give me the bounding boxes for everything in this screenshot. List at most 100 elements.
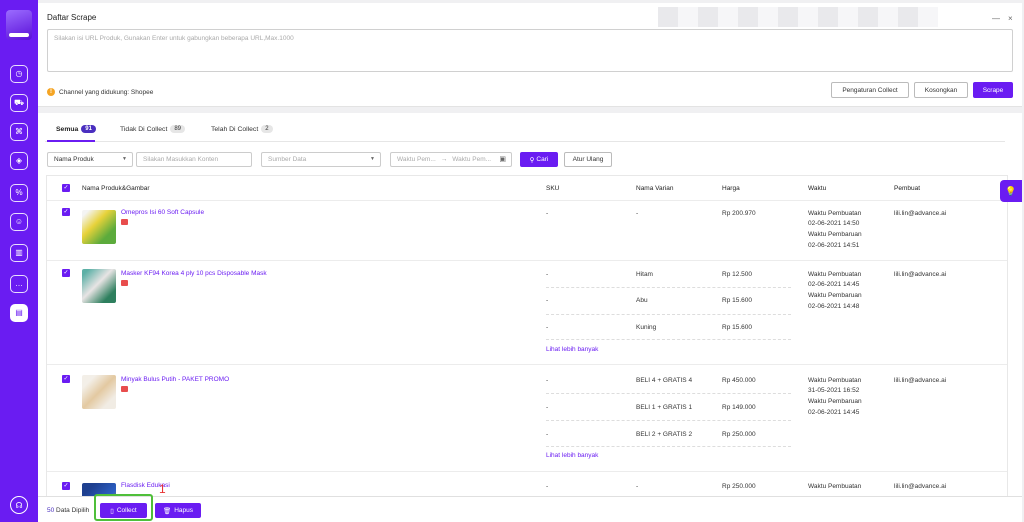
percent-icon[interactable]: % bbox=[10, 184, 28, 202]
shopee-icon bbox=[121, 386, 128, 392]
see-more-link[interactable]: Lihat lebih banyak bbox=[546, 452, 598, 459]
collect-settings-button[interactable]: Pengaturan Collect bbox=[831, 82, 909, 98]
annotation-number: 1 bbox=[159, 482, 166, 496]
package-icon[interactable]: ◈ bbox=[10, 152, 28, 170]
row-divider bbox=[47, 364, 1007, 365]
variant-cell: BELI 4 + GRATIS 4 bbox=[636, 377, 693, 384]
scrape-icon[interactable]: ▤ bbox=[10, 304, 28, 322]
tab-not-collected-label: Tidak Di Collect bbox=[120, 125, 168, 133]
tab-active-indicator bbox=[47, 140, 95, 142]
lightbulb-icon[interactable]: 💡 bbox=[1000, 180, 1022, 202]
search-button[interactable]: ⚲ Cari bbox=[520, 152, 558, 167]
sku-cell: - bbox=[546, 377, 549, 384]
tab-collected[interactable]: Telah Di Collect 2 bbox=[211, 125, 273, 133]
arrow-icon: → bbox=[440, 156, 448, 163]
field-select[interactable]: Nama Produk ▼ bbox=[47, 152, 133, 167]
header-variant: Nama Varian bbox=[636, 185, 674, 192]
created-time: 31-05-2021 16:52 bbox=[808, 387, 860, 394]
selected-label: Data Dipilih bbox=[56, 507, 90, 514]
updated-label: Waktu Pembaruan bbox=[808, 398, 862, 405]
delete-button[interactable]: 🗑 Hapus bbox=[155, 503, 201, 518]
cart-icon[interactable]: ⛟ bbox=[10, 94, 28, 112]
chat-icon[interactable]: … bbox=[10, 275, 28, 293]
creator-cell: lili.lin@advance.ai bbox=[894, 483, 947, 490]
header-divider bbox=[47, 200, 1007, 201]
price-cell: Rp 15.600 bbox=[722, 297, 752, 304]
users-icon[interactable]: ☺ bbox=[10, 213, 28, 231]
main-area: Daftar Scrape — × Silakan isi URL Produk… bbox=[38, 0, 1024, 522]
tab-all-label: Semua bbox=[56, 125, 79, 133]
clear-button[interactable]: Kosongkan bbox=[914, 82, 968, 98]
variant-cell: BELI 1 + GRATIS 1 bbox=[636, 404, 693, 411]
blurred-header-area bbox=[658, 7, 938, 27]
shopee-icon bbox=[121, 219, 128, 225]
tab-all[interactable]: Semua 91 bbox=[56, 125, 96, 133]
url-input-placeholder: Silakan isi URL Produk, Gunakan Enter un… bbox=[54, 35, 294, 42]
product-name[interactable]: Minyak Bulus Putih - PAKET PROMO bbox=[121, 376, 229, 383]
row-checkbox[interactable]: ✓ bbox=[62, 375, 70, 383]
date-range-picker[interactable]: Waktu Pem... → Waktu Pem... ▣ bbox=[390, 152, 512, 167]
product-image bbox=[82, 375, 116, 409]
source-select[interactable]: Sumber Data ▼ bbox=[261, 152, 381, 167]
headset-icon[interactable]: ☊ bbox=[10, 496, 28, 514]
chart-icon[interactable]: ▥ bbox=[10, 244, 28, 262]
keyword-placeholder: Silakan Masukkan Konten bbox=[143, 156, 219, 163]
sku-cell: - bbox=[546, 404, 549, 411]
search-button-label: Cari bbox=[536, 156, 549, 163]
creator-cell: lili.lin@advance.ai bbox=[894, 377, 947, 384]
header-name: Nama Produk&Gambar bbox=[82, 185, 150, 192]
variant-divider bbox=[546, 314, 791, 315]
variant-cell: Abu bbox=[636, 297, 648, 304]
created-time: 02-06-2021 14:50 bbox=[808, 220, 860, 227]
sku-cell: - bbox=[546, 297, 549, 304]
created-label: Waktu Pembuatan bbox=[808, 271, 862, 278]
keyword-input[interactable]: Silakan Masukkan Konten bbox=[136, 152, 252, 167]
sku-cell: - bbox=[546, 271, 549, 278]
url-input[interactable]: Silakan isi URL Produk, Gunakan Enter un… bbox=[47, 29, 1013, 72]
warning-icon: ! bbox=[47, 88, 55, 96]
tab-not-collected-count: 89 bbox=[170, 125, 186, 133]
sidebar: ◷ ⛟ ⌘ ◈ % ☺ ▥ … ▤ ☊ bbox=[0, 0, 38, 522]
product-name[interactable]: Omepros Isi 60 Soft Capsule bbox=[121, 209, 204, 216]
row-checkbox[interactable]: ✓ bbox=[62, 482, 70, 490]
updated-time: 02-06-2021 14:48 bbox=[808, 303, 860, 310]
variant-cell: Hitam bbox=[636, 271, 653, 278]
reset-button[interactable]: Atur Ulang bbox=[564, 152, 612, 167]
price-cell: Rp 450.000 bbox=[722, 377, 756, 384]
product-image bbox=[82, 269, 116, 303]
app-logo[interactable] bbox=[6, 10, 32, 40]
sku-cell: - bbox=[546, 483, 549, 490]
tab-divider bbox=[45, 141, 1005, 142]
scrape-input-card: Daftar Scrape — × Silakan isi URL Produk… bbox=[38, 3, 1022, 107]
variant-cell: Kuning bbox=[636, 324, 657, 331]
minimize-icon[interactable]: — bbox=[992, 14, 1000, 23]
time-start-placeholder: Waktu Pem... bbox=[397, 156, 436, 163]
selected-number: 50 bbox=[47, 507, 55, 514]
sku-cell: - bbox=[546, 210, 549, 217]
price-cell: Rp 12.500 bbox=[722, 271, 752, 278]
row-checkbox[interactable]: ✓ bbox=[62, 208, 70, 216]
updated-label: Waktu Pembaruan bbox=[808, 231, 862, 238]
creator-cell: lili.lin@advance.ai bbox=[894, 210, 947, 217]
sku-cell: - bbox=[546, 431, 549, 438]
close-icon[interactable]: × bbox=[1008, 14, 1013, 23]
updated-time: 02-06-2021 14:45 bbox=[808, 409, 860, 416]
updated-label: Waktu Pembaruan bbox=[808, 292, 862, 299]
variant-cell: BELI 2 + GRATIS 2 bbox=[636, 431, 693, 438]
scrape-button[interactable]: Scrape bbox=[973, 82, 1013, 98]
field-select-value: Nama Produk bbox=[54, 156, 94, 163]
product-name[interactable]: Masker KF94 Korea 4 ply 10 pcs Disposabl… bbox=[121, 270, 267, 277]
row-checkbox[interactable]: ✓ bbox=[62, 269, 70, 277]
select-all-checkbox[interactable]: ✓ bbox=[62, 184, 70, 192]
tab-all-count: 91 bbox=[81, 125, 96, 133]
price-cell: Rp 15.600 bbox=[722, 324, 752, 331]
trash-icon: 🗑 bbox=[162, 507, 172, 515]
source-placeholder: Sumber Data bbox=[268, 156, 307, 163]
see-more-link[interactable]: Lihat lebih banyak bbox=[546, 346, 598, 353]
created-time: 02-06-2021 14:45 bbox=[808, 281, 860, 288]
variant-divider bbox=[546, 287, 791, 288]
row-divider bbox=[47, 471, 1007, 472]
hierarchy-icon[interactable]: ⌘ bbox=[10, 123, 28, 141]
dashboard-icon[interactable]: ◷ bbox=[10, 65, 28, 83]
tab-not-collected[interactable]: Tidak Di Collect 89 bbox=[120, 125, 186, 133]
